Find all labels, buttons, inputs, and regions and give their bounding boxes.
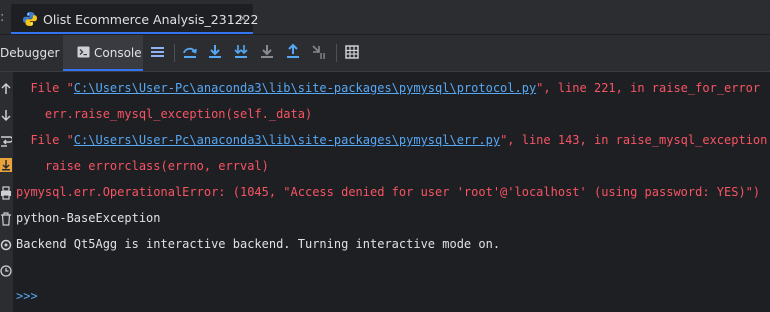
scroll-up-icon[interactable] — [0, 82, 12, 96]
close-tab-icon[interactable]: × — [238, 11, 248, 25]
scroll-down-icon[interactable] — [0, 108, 12, 122]
toolbar-separator — [336, 44, 337, 62]
editor-tab-bar: : Olist Ecommerce Analysis_231222 × — [0, 0, 770, 35]
delete-icon[interactable] — [0, 212, 12, 226]
table-icon[interactable] — [343, 43, 361, 61]
tab-overflow-edge: : — [0, 10, 5, 25]
traceback-prefix: File " — [16, 133, 74, 147]
print-icon[interactable] — [0, 186, 12, 200]
settings-icon[interactable] — [0, 238, 12, 252]
file-path-link[interactable]: C:\Users\User-Pc\anaconda3\lib\site-pack… — [74, 133, 500, 147]
console-gutter — [0, 72, 13, 312]
traceback-file-line: File "C:\Users\User-Pc\anaconda3\lib\sit… — [16, 80, 760, 96]
debugger-tab[interactable]: Debugger — [0, 46, 59, 60]
python-file-icon — [23, 12, 37, 26]
console-tab-label: Console — [94, 46, 142, 60]
console-tab[interactable]: Console — [63, 35, 143, 71]
traceback-code-line: raise errorclass(errno, errval) — [16, 159, 269, 173]
file-path-link[interactable]: C:\Users\User-Pc\anaconda3\lib\site-pack… — [74, 81, 536, 95]
debug-toolbar: Debugger Console — [0, 35, 770, 72]
traceback-suffix: ", line 143, in raise_mysql_exception — [500, 133, 768, 147]
traceback-prefix: File " — [16, 81, 74, 95]
traceback-suffix: ", line 221, in raise_for_error — [536, 81, 761, 95]
run-to-cursor-icon[interactable] — [310, 43, 328, 61]
step-over-icon[interactable] — [181, 43, 199, 61]
soft-wrap-icon[interactable] — [0, 134, 12, 148]
step-out-icon[interactable] — [284, 43, 302, 61]
scroll-to-end-icon[interactable] — [0, 158, 12, 172]
traceback-file-line: File "C:\Users\User-Pc\anaconda3\lib\sit… — [16, 132, 767, 148]
backend-message: Backend Qt5Agg is interactive backend. T… — [16, 237, 501, 251]
step-into-my-code-icon[interactable] — [258, 43, 276, 61]
toolbar-separator — [174, 44, 175, 62]
file-tab-title: Olist Ecommerce Analysis_231222 — [43, 12, 259, 27]
file-tab[interactable]: Olist Ecommerce Analysis_231222 × — [11, 4, 259, 34]
threads-icon[interactable] — [149, 43, 167, 61]
step-into-icon[interactable] — [206, 43, 224, 61]
exception-line: python-BaseException — [16, 211, 161, 225]
console-icon — [77, 46, 90, 58]
error-message: pymysql.err.OperationalError: (1045, "Ac… — [16, 185, 761, 199]
console-prompt[interactable]: >>> — [16, 288, 38, 304]
history-icon[interactable] — [0, 264, 12, 278]
console-output[interactable]: File "C:\Users\User-Pc\anaconda3\lib\sit… — [13, 72, 770, 312]
force-step-into-icon[interactable] — [232, 43, 250, 61]
traceback-code-line: err.raise_mysql_exception(self._data) — [16, 107, 313, 121]
